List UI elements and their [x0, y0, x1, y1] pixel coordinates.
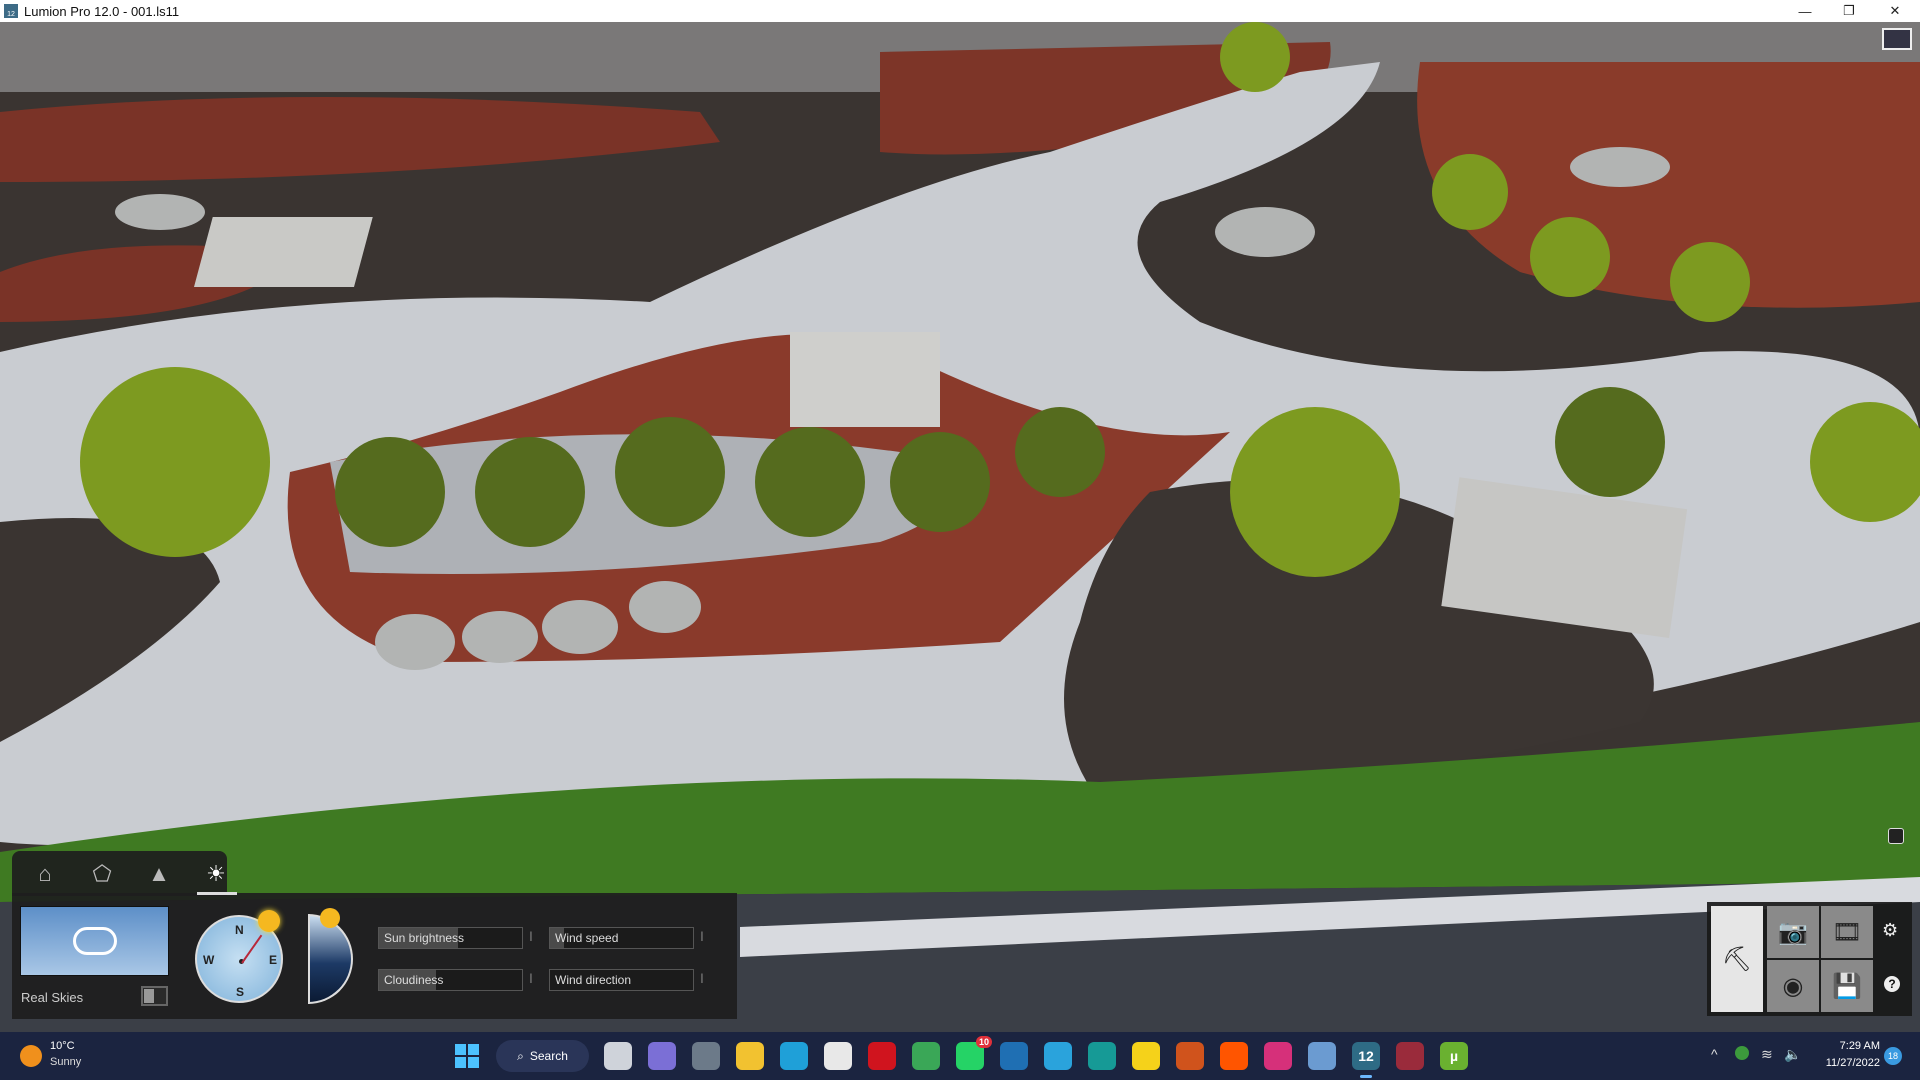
slider-reset-marker[interactable]: I: [529, 928, 533, 944]
taskbar-app-edge-icon[interactable]: [780, 1042, 808, 1070]
clock-date[interactable]: 11/27/2022: [1808, 1057, 1880, 1069]
taskbar-app-gpu-tweak-icon[interactable]: [1176, 1042, 1204, 1070]
weather-sun-icon[interactable]: [20, 1045, 42, 1067]
compass-north: N: [235, 923, 244, 937]
wifi-icon[interactable]: ≋: [1761, 1046, 1773, 1063]
wind-speed-slider[interactable]: Wind speed: [549, 927, 694, 949]
taskbar-app-telegram-icon[interactable]: [1044, 1042, 1072, 1070]
mountain-icon: ▲: [148, 861, 170, 886]
slider-label: Cloudiness: [384, 973, 444, 987]
sky-preview-thumbnail[interactable]: [20, 906, 169, 976]
preview-window-icon[interactable]: [1882, 28, 1912, 50]
build-mode-button[interactable]: ⛏: [1711, 906, 1763, 1012]
taskbar-app-lumion-icon[interactable]: 12: [1352, 1042, 1380, 1078]
viewport-info-icon[interactable]: [1888, 828, 1904, 844]
film-icon: 🎞: [1831, 918, 1863, 946]
360-panorama-button[interactable]: ◉: [1767, 960, 1819, 1012]
search-button[interactable]: ⌕ Search: [496, 1040, 589, 1072]
sun-brightness-slider[interactable]: Sun brightness: [378, 927, 523, 949]
notification-badge[interactable]: 18: [1884, 1047, 1902, 1065]
show-hidden-icons-chevron-icon[interactable]: ^: [1711, 1046, 1718, 1062]
taskbar: 10°C Sunny ⌕ Search 10 12 µ ^ ≋ 🔈 7:29 AM 1…: [0, 1032, 1920, 1080]
taskbar-app-winrar-icon[interactable]: [1396, 1042, 1424, 1070]
active-tab-indicator: [197, 892, 237, 895]
sun-direction-needle: [241, 934, 263, 964]
search-label: Search: [529, 1049, 568, 1063]
compass-east: E: [269, 953, 278, 967]
save-button[interactable]: 💾: [1821, 960, 1873, 1012]
slider-reset-marker[interactable]: I: [529, 970, 533, 986]
taskbar-app-teams-icon[interactable]: [648, 1042, 676, 1070]
taskbar-app-utorrent-icon[interactable]: µ: [1440, 1042, 1468, 1070]
movie-mode-button[interactable]: 🎞: [1821, 906, 1873, 958]
slider-label: Wind direction: [555, 973, 632, 987]
tab-home[interactable]: ⌂: [30, 860, 60, 888]
home-icon: ⌂: [38, 861, 52, 886]
title-bar: 12 Lumion Pro 12.0 - 001.ls11 — ❐ ✕: [0, 0, 1920, 22]
taskbar-app-sketchup-icon[interactable]: [1000, 1042, 1028, 1070]
sun-height-handle-icon[interactable]: [320, 908, 340, 928]
worker-icon: ⛏: [1721, 945, 1753, 973]
paint-bucket-icon: ⬠: [92, 861, 112, 886]
3d-viewport[interactable]: [0, 22, 1920, 1032]
maximize-button[interactable]: ❐: [1826, 0, 1872, 22]
camera-icon: 📷: [1778, 918, 1808, 946]
window-title: Lumion Pro 12.0 - 001.ls11: [24, 3, 180, 19]
compass-south: S: [236, 985, 245, 999]
cloud-icon: [73, 927, 117, 955]
slider-reset-marker[interactable]: I: [700, 928, 704, 944]
taskbar-app-soundcloud-icon[interactable]: [1220, 1042, 1248, 1070]
wind-direction-slider[interactable]: Wind direction: [549, 969, 694, 991]
taskbar-app-file-explorer-icon[interactable]: [736, 1042, 764, 1070]
slider-label: Wind speed: [555, 931, 619, 945]
taskbar-app-opera-icon[interactable]: [868, 1042, 896, 1070]
floppy-disk-icon: 💾: [1832, 972, 1862, 1000]
tab-weather[interactable]: ☀: [201, 860, 231, 888]
slider-label: Sun brightness: [384, 931, 465, 945]
weather-condition[interactable]: Sunny: [50, 1056, 81, 1068]
taskbar-app-task-view-icon[interactable]: [604, 1042, 632, 1070]
search-icon: ⌕: [517, 1048, 524, 1063]
sun-handle-icon[interactable]: [258, 910, 280, 932]
taskbar-app-monitor-icon[interactable]: [1308, 1042, 1336, 1070]
taskbar-app-chrome-icon[interactable]: [912, 1042, 940, 1070]
panorama-person-icon: ◉: [1782, 972, 1804, 1000]
minimize-button[interactable]: —: [1782, 0, 1828, 22]
tab-materials[interactable]: ⬠: [87, 860, 117, 888]
close-button[interactable]: ✕: [1872, 0, 1918, 22]
settings-gear-icon[interactable]: ⚙: [1882, 920, 1898, 941]
taskbar-app-instagram-icon[interactable]: [1264, 1042, 1292, 1070]
active-app-indicator: [1360, 1075, 1372, 1078]
taskbar-app-whatsapp-icon[interactable]: 10: [956, 1036, 992, 1070]
tab-landscape[interactable]: ▲: [144, 860, 174, 888]
taskbar-app-calculator-icon[interactable]: [692, 1042, 720, 1070]
photo-mode-button[interactable]: 📷: [1767, 906, 1819, 958]
volume-icon[interactable]: 🔈: [1784, 1046, 1801, 1063]
cloudiness-slider[interactable]: Cloudiness: [378, 969, 523, 991]
clock-time[interactable]: 7:29 AM: [1808, 1040, 1880, 1052]
compass-west: W: [203, 953, 215, 967]
slider-reset-marker[interactable]: I: [700, 970, 704, 986]
taskbar-app-store-icon[interactable]: [824, 1042, 852, 1070]
lumion-app-icon: 12: [4, 4, 18, 18]
real-skies-toggle[interactable]: [141, 986, 168, 1006]
weather-temperature[interactable]: 10°C: [50, 1040, 75, 1052]
taskbar-app-3ds-max-icon[interactable]: [1088, 1042, 1116, 1070]
sun-icon: ☀: [206, 861, 226, 886]
windows-start-icon[interactable]: [455, 1044, 479, 1068]
taskbar-app-sticky-notes-icon[interactable]: [1132, 1042, 1160, 1070]
unread-badge: 10: [975, 1036, 992, 1048]
help-icon[interactable]: ?: [1884, 976, 1900, 992]
real-skies-label: Real Skies: [21, 990, 84, 1005]
network-globe-icon[interactable]: [1735, 1046, 1749, 1060]
